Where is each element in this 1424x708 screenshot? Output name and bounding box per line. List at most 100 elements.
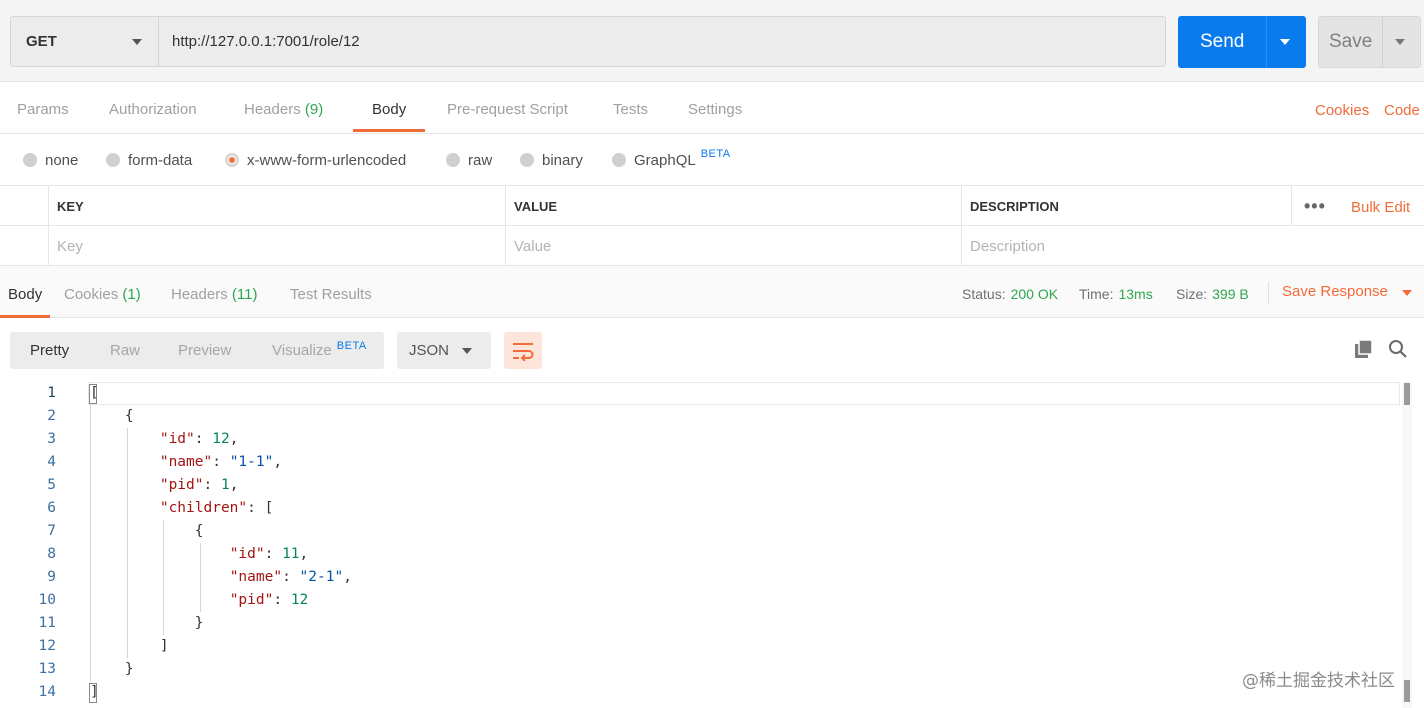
tab-count: (1) [122, 286, 141, 303]
body-type-radios: none form-data x-www-form-urlencoded raw… [0, 134, 1424, 186]
tab-response-body[interactable]: Body [0, 266, 51, 318]
line-number: 13 [38, 661, 56, 677]
tab-label: Body [372, 101, 407, 118]
json-punctuation: ] [90, 684, 99, 700]
method-label: GET [26, 33, 57, 50]
tab-settings[interactable]: Settings [688, 82, 742, 134]
json-punctuation: , [273, 454, 283, 470]
divider [1266, 16, 1267, 68]
save-button[interactable]: Save [1318, 16, 1421, 68]
value-input[interactable]: Value [505, 226, 961, 266]
tab-authorization[interactable]: Authorization [109, 82, 197, 134]
json-punctuation [90, 592, 230, 608]
json-punctuation: } [90, 615, 204, 631]
radio-icon [23, 153, 37, 167]
view-raw[interactable]: Raw [110, 332, 140, 369]
wrap-lines-icon [513, 342, 534, 361]
table-header-row: KEY VALUE DESCRIPTION ••• Bulk Edit [0, 186, 1424, 226]
radio-binary[interactable]: binary [520, 134, 583, 186]
json-punctuation: : [ [247, 500, 274, 516]
json-key: "id" [159, 431, 195, 447]
json-punctuation: : [264, 546, 283, 562]
tab-headers[interactable]: Headers (9) [244, 82, 323, 134]
json-number: 12 [212, 431, 230, 447]
radio-label: binary [542, 151, 583, 169]
json-punctuation: : [212, 454, 230, 470]
copy-icon[interactable] [1352, 337, 1376, 361]
editor-scrollbar[interactable] [1402, 382, 1412, 708]
json-punctuation [90, 454, 160, 470]
view-pretty[interactable]: Pretty [30, 332, 69, 369]
send-options-chevron-icon[interactable] [1280, 39, 1290, 45]
json-punctuation [90, 546, 230, 562]
radio-form-data[interactable]: form-data [106, 134, 192, 186]
line-number: 14 [38, 684, 56, 700]
status-info: Status: 200 OK [962, 266, 1058, 318]
tab-body[interactable]: Body [352, 82, 426, 134]
tab-label: Cookies [64, 286, 119, 303]
line-number: 2 [47, 408, 56, 424]
response-code-editor[interactable]: 1 2 3 4 5 6 7 8 9 10 11 12 13 14[ { "id": 12, "name":… [0, 381, 1424, 708]
line-number: 6 [47, 500, 56, 516]
radio-label: none [45, 151, 79, 169]
code-line: "name": "1-1", [90, 451, 282, 474]
code-link[interactable]: Code [1384, 82, 1420, 134]
send-label: Send [1200, 31, 1245, 52]
radio-graphql[interactable]: GraphQL BETA [612, 134, 731, 186]
tab-test-results[interactable]: Test Results [290, 266, 372, 318]
json-punctuation: { [90, 408, 134, 424]
line-number: 12 [38, 638, 56, 654]
tab-tests[interactable]: Tests [613, 82, 648, 134]
radio-none[interactable]: none [23, 134, 78, 186]
save-response-button[interactable]: Save Response [1282, 266, 1412, 318]
tab-pre-request-script[interactable]: Pre-request Script [447, 82, 568, 134]
cookies-link[interactable]: Cookies [1315, 82, 1369, 134]
code-line: ] [90, 681, 99, 704]
json-punctuation [90, 477, 160, 493]
url-input[interactable]: http://127.0.0.1:7001/role/12 [158, 16, 1166, 67]
json-punctuation: , [229, 477, 239, 493]
line-number: 1 [47, 385, 56, 401]
line-number: 3 [47, 431, 56, 447]
tab-label: Tests [613, 101, 649, 118]
line-number: 5 [47, 477, 56, 493]
format-select[interactable]: JSON [397, 332, 491, 369]
radio-raw[interactable]: raw [446, 134, 492, 186]
tab-response-cookies[interactable]: Cookies (1) [64, 266, 141, 318]
line-number: 9 [47, 569, 56, 585]
json-key: "pid" [159, 477, 204, 493]
request-tabs: Params Authorization Headers (9) Body Pr… [0, 82, 1424, 134]
json-punctuation: , [343, 569, 352, 585]
json-punctuation: , [229, 431, 239, 447]
line-number: 11 [38, 615, 56, 631]
code-line: } [90, 612, 204, 635]
json-punctuation [90, 500, 160, 516]
code-line: "name": "2-1", [90, 566, 352, 589]
save-options-chevron-icon[interactable] [1395, 39, 1405, 45]
chevron-down-icon [462, 348, 472, 354]
bulk-edit-link[interactable]: Bulk Edit [1351, 186, 1410, 226]
wrap-lines-button[interactable] [504, 332, 542, 369]
description-input[interactable]: Description [961, 226, 1337, 266]
radio-label: GraphQL [634, 151, 696, 169]
code-line: ] [90, 635, 169, 658]
json-number: 12 [290, 592, 309, 608]
time-value: 13ms [1118, 286, 1153, 302]
view-visualize[interactable]: Visualize BETA [272, 332, 367, 369]
search-icon[interactable] [1386, 337, 1410, 361]
column-header-description: DESCRIPTION [961, 186, 1291, 226]
more-horizontal-icon[interactable]: ••• [1304, 196, 1326, 217]
tab-params[interactable]: Params [17, 82, 69, 134]
key-input[interactable]: Key [48, 226, 505, 266]
tab-response-headers[interactable]: Headers (11) [171, 266, 257, 318]
radio-x-www-form-urlencoded[interactable]: x-www-form-urlencoded [225, 134, 406, 186]
scrollbar-marker [1404, 383, 1410, 405]
view-preview[interactable]: Preview [178, 332, 231, 369]
code-line: [ [90, 382, 99, 405]
code-line: "pid": 12 [90, 589, 309, 612]
chevron-down-icon [1402, 290, 1412, 296]
line-number: 10 [38, 592, 56, 608]
code-line: "pid": 1, [90, 474, 239, 497]
send-button[interactable]: Send [1178, 16, 1306, 68]
method-select[interactable]: GET [10, 16, 158, 67]
